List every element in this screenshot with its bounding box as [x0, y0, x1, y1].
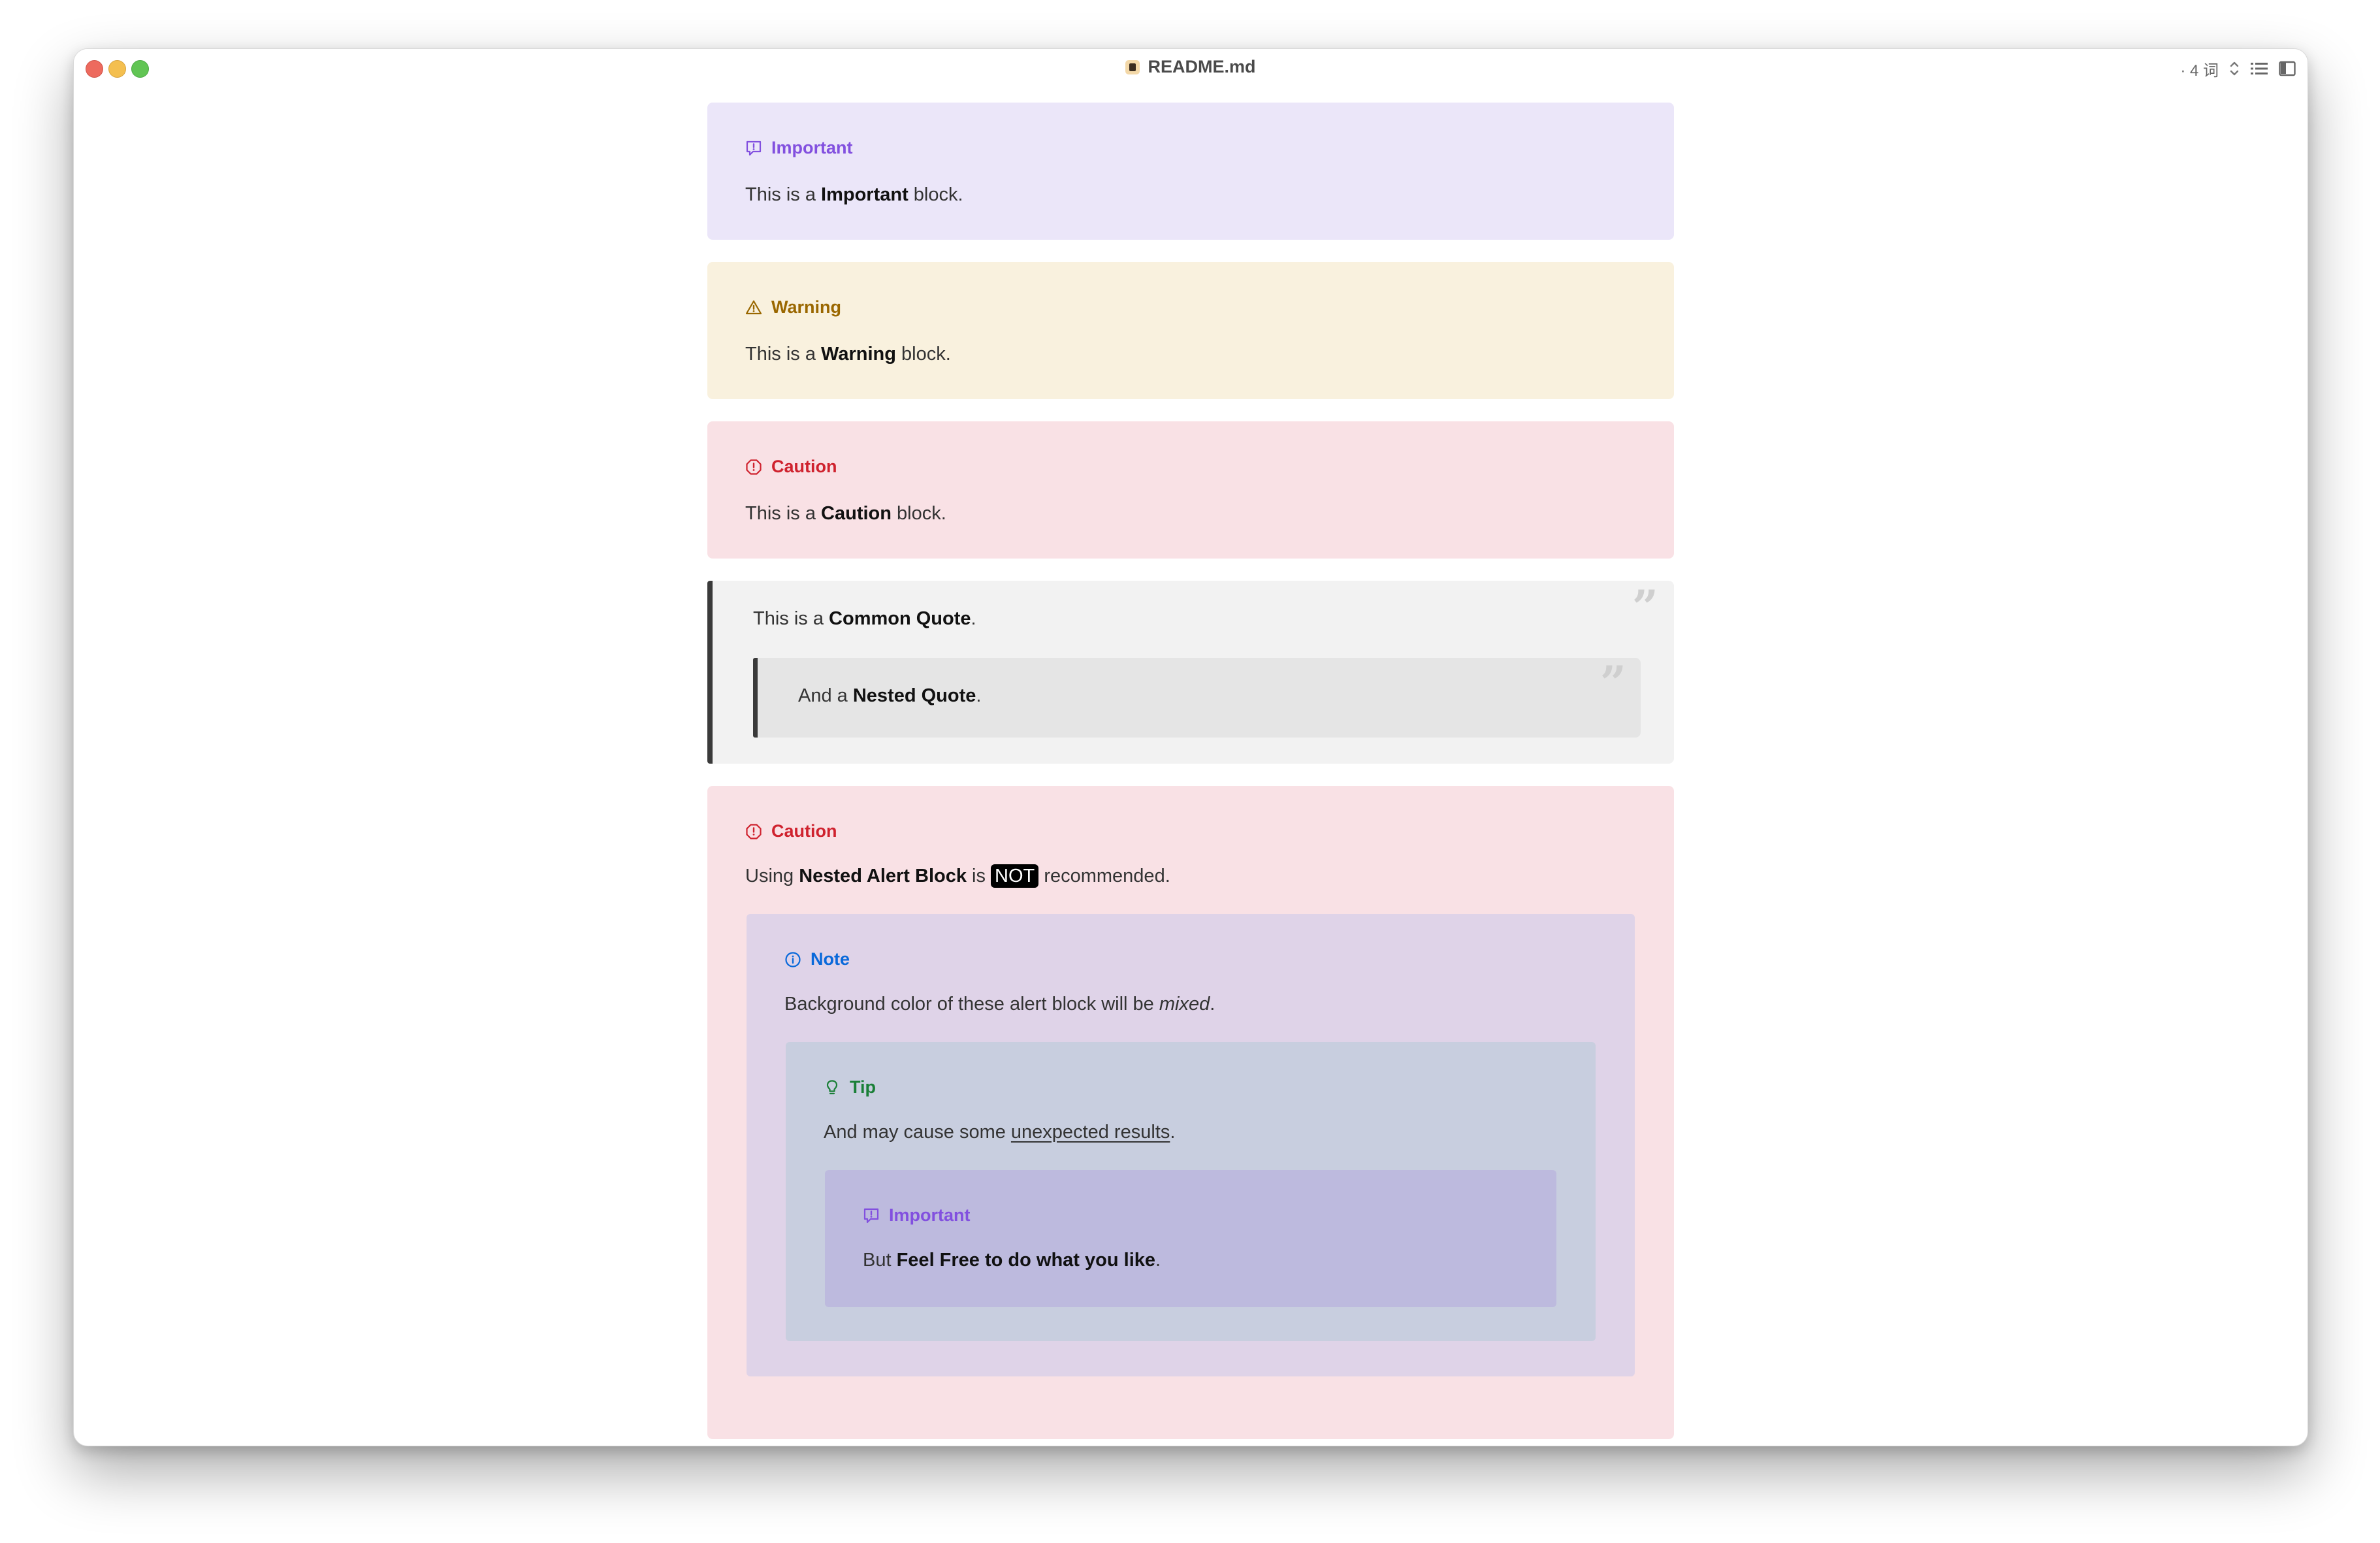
alert-body-important: This is a Important block.: [745, 184, 963, 205]
alert-body-note: Background color of these alert block wi…: [784, 994, 1215, 1015]
nested-caution-alert-block: Caution Using Nested Alert Block is NOT …: [707, 786, 1674, 1439]
important-icon: [745, 140, 762, 157]
note-alert-block: Note Background color of these alert blo…: [747, 914, 1635, 1376]
important-nested-alert-block: Important But Feel Free to do what you l…: [825, 1170, 1556, 1307]
alert-title-tip: Tip: [824, 1077, 876, 1097]
caution-icon: [745, 459, 762, 476]
nested-quote-text: And a Nested Quote.: [798, 685, 982, 706]
caution-alert-block: Caution This is a Caution block.: [707, 421, 1674, 559]
underlined-text: unexpected results: [1010, 1122, 1170, 1143]
alert-body-nested-caution: Using Nested Alert Block is NOT recommen…: [745, 864, 1170, 888]
alert-title-caution: Caution: [745, 457, 837, 477]
alert-title-important: Important: [863, 1205, 971, 1226]
lightbulb-icon: [824, 1079, 841, 1096]
alert-body-important-nested: But Feel Free to do what you like.: [863, 1250, 1161, 1271]
alert-title-note: Note: [784, 949, 850, 969]
important-icon: [863, 1207, 880, 1224]
alert-title-warning: Warning: [745, 297, 841, 317]
alert-title-text: Important: [889, 1205, 971, 1225]
app-window: README.md · 4 词 Important This is a Impo…: [73, 48, 2308, 1446]
warning-icon: [745, 299, 762, 316]
alert-body-tip: And may cause some unexpected results.: [824, 1122, 1176, 1143]
quote-mark-icon: ”: [1632, 580, 1658, 634]
alert-title-text: Warning: [771, 297, 841, 317]
common-quote-block: ” This is a Common Quote. ” And a Nested…: [707, 581, 1674, 764]
alert-title-text: Caution: [771, 457, 837, 476]
alert-body-caution: This is a Caution block.: [745, 503, 946, 524]
not-badge: NOT: [991, 864, 1039, 888]
tip-alert-block: Tip And may cause some unexpected result…: [786, 1042, 1596, 1341]
alert-title-text: Caution: [771, 821, 837, 841]
alert-title-text: Tip: [850, 1077, 876, 1097]
nested-quote-block: ” And a Nested Quote.: [753, 658, 1641, 738]
quote-mark-icon: ”: [1600, 656, 1626, 710]
alert-title-caution: Caution: [745, 821, 837, 841]
warning-alert-block: Warning This is a Warning block.: [707, 262, 1674, 399]
alert-title-important: Important: [745, 138, 853, 158]
alert-body-warning: This is a Warning block.: [745, 344, 951, 365]
quote-text: This is a Common Quote.: [753, 608, 976, 629]
caution-icon: [745, 823, 762, 840]
alert-title-text: Important: [771, 138, 853, 157]
alert-title-text: Note: [811, 949, 850, 969]
document-content: Important This is a Important block. War…: [74, 49, 2308, 1446]
info-icon: [784, 951, 801, 968]
important-alert-block: Important This is a Important block.: [707, 103, 1674, 240]
